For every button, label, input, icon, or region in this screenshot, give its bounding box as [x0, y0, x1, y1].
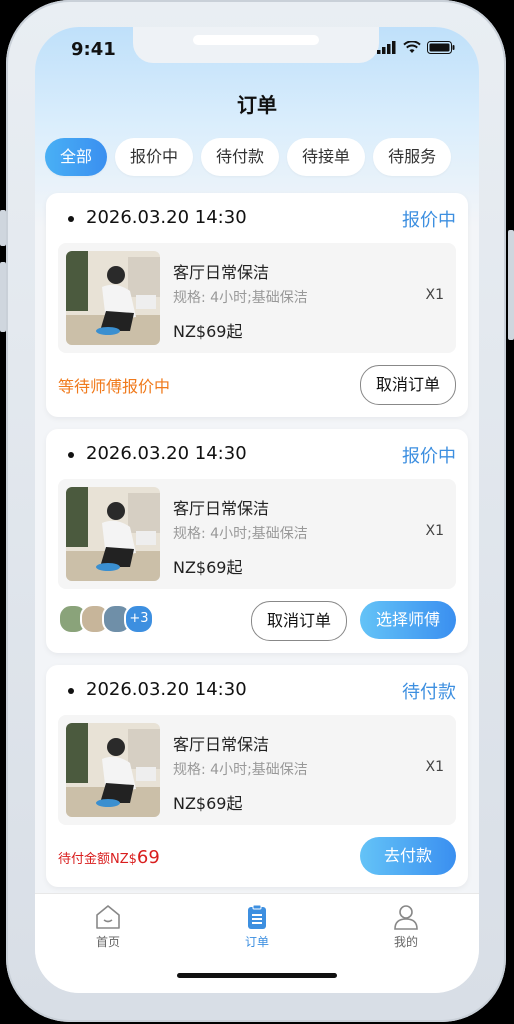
tab-pending-service[interactable]: 待服务 — [373, 138, 452, 176]
signal-icon — [377, 41, 396, 54]
order-item[interactable]: 客厅日常保洁 规格: 4小时;基础保洁 X1 NZ$69起 — [58, 715, 456, 825]
choose-worker-button[interactable]: 选择师傅 — [360, 601, 456, 639]
tabbar-profile-label: 我的 — [393, 935, 418, 949]
cancel-order-button[interactable]: 取消订单 — [360, 365, 456, 405]
item-name: 客厅日常保洁 — [173, 263, 270, 282]
waiting-note: 等待师傅报价中 — [58, 377, 171, 396]
order-card[interactable]: 2026.03.20 14:30 待付款 客厅日常保洁 规格: 4小时;基础保洁… — [46, 665, 468, 887]
bullet-dot — [68, 688, 74, 694]
tab-pending-accept[interactable]: 待接单 — [287, 138, 366, 176]
order-status: 报价中 — [402, 210, 456, 231]
item-spec: 规格: 4小时;基础保洁 — [173, 762, 308, 778]
wifi-icon — [403, 41, 421, 53]
order-item[interactable]: 客厅日常保洁 规格: 4小时;基础保洁 X1 NZ$69起 — [58, 479, 456, 589]
amount-due-label: 待付金额NZ$ — [58, 852, 137, 867]
item-spec: 规格: 4小时;基础保洁 — [173, 526, 308, 542]
app-screen: 9:41 订单 全部 报价中 待付款 待接单 待服务 2026.03.20 14… — [35, 27, 479, 993]
cleaning-photo — [66, 723, 160, 817]
worker-avatars[interactable]: +3 — [58, 604, 154, 634]
order-datetime: 2026.03.20 14:30 — [86, 679, 247, 700]
cleaning-photo — [66, 251, 160, 345]
order-icon — [248, 904, 266, 929]
item-quantity: X1 — [425, 287, 445, 303]
amount-due: 待付金额NZ$69 — [58, 847, 160, 868]
tabbar-orders[interactable]: 订单 — [217, 904, 297, 950]
order-datetime: 2026.03.20 14:30 — [86, 207, 247, 228]
item-price: NZ$69起 — [173, 794, 243, 813]
order-status: 报价中 — [402, 446, 456, 467]
item-spec: 规格: 4小时;基础保洁 — [173, 290, 308, 306]
order-card[interactable]: 2026.03.20 14:30 报价中 客厅日常保洁 规格: 4小时;基础保洁… — [46, 429, 468, 653]
item-name: 客厅日常保洁 — [173, 735, 270, 754]
filter-tabs: 全部 报价中 待付款 待接单 待服务 — [45, 138, 452, 176]
home-indicator — [177, 973, 337, 978]
bullet-dot — [68, 216, 74, 222]
speaker — [193, 35, 319, 45]
order-card[interactable]: 2026.03.20 14:30 报价中 客厅日常保洁 规格: 4小时;基础保洁… — [46, 193, 468, 417]
item-price: NZ$69起 — [173, 322, 243, 341]
tabbar-home[interactable]: 首页 — [68, 904, 148, 950]
more-avatars-badge: +3 — [124, 604, 154, 634]
pay-button[interactable]: 去付款 — [360, 837, 456, 875]
tab-quoting[interactable]: 报价中 — [115, 138, 194, 176]
profile-icon — [394, 905, 418, 930]
side-button — [0, 210, 6, 246]
side-button — [508, 230, 514, 340]
status-icons — [377, 41, 455, 54]
tabbar-orders-label: 订单 — [244, 935, 269, 949]
order-datetime: 2026.03.20 14:30 — [86, 443, 247, 464]
tabbar-home-label: 首页 — [95, 935, 120, 949]
side-button — [0, 262, 6, 332]
tab-pending-payment[interactable]: 待付款 — [201, 138, 280, 176]
item-quantity: X1 — [425, 523, 445, 539]
notch — [133, 27, 379, 63]
status-time: 9:41 — [71, 39, 116, 60]
page-title: 订单 — [237, 93, 277, 117]
tabbar-profile[interactable]: 我的 — [366, 904, 446, 950]
order-status: 待付款 — [402, 682, 456, 703]
amount-due-value: 69 — [136, 847, 160, 868]
bullet-dot — [68, 452, 74, 458]
item-price: NZ$69起 — [173, 558, 243, 577]
item-quantity: X1 — [425, 759, 445, 775]
cleaning-photo — [66, 487, 160, 581]
home-icon — [96, 905, 120, 929]
bottom-tab-bar: 首页 订单 我的 — [35, 893, 479, 993]
battery-icon — [427, 41, 455, 54]
item-name: 客厅日常保洁 — [173, 499, 270, 518]
cancel-order-button[interactable]: 取消订单 — [251, 601, 347, 641]
tab-all[interactable]: 全部 — [45, 138, 108, 176]
order-item[interactable]: 客厅日常保洁 规格: 4小时;基础保洁 X1 NZ$69起 — [58, 243, 456, 353]
